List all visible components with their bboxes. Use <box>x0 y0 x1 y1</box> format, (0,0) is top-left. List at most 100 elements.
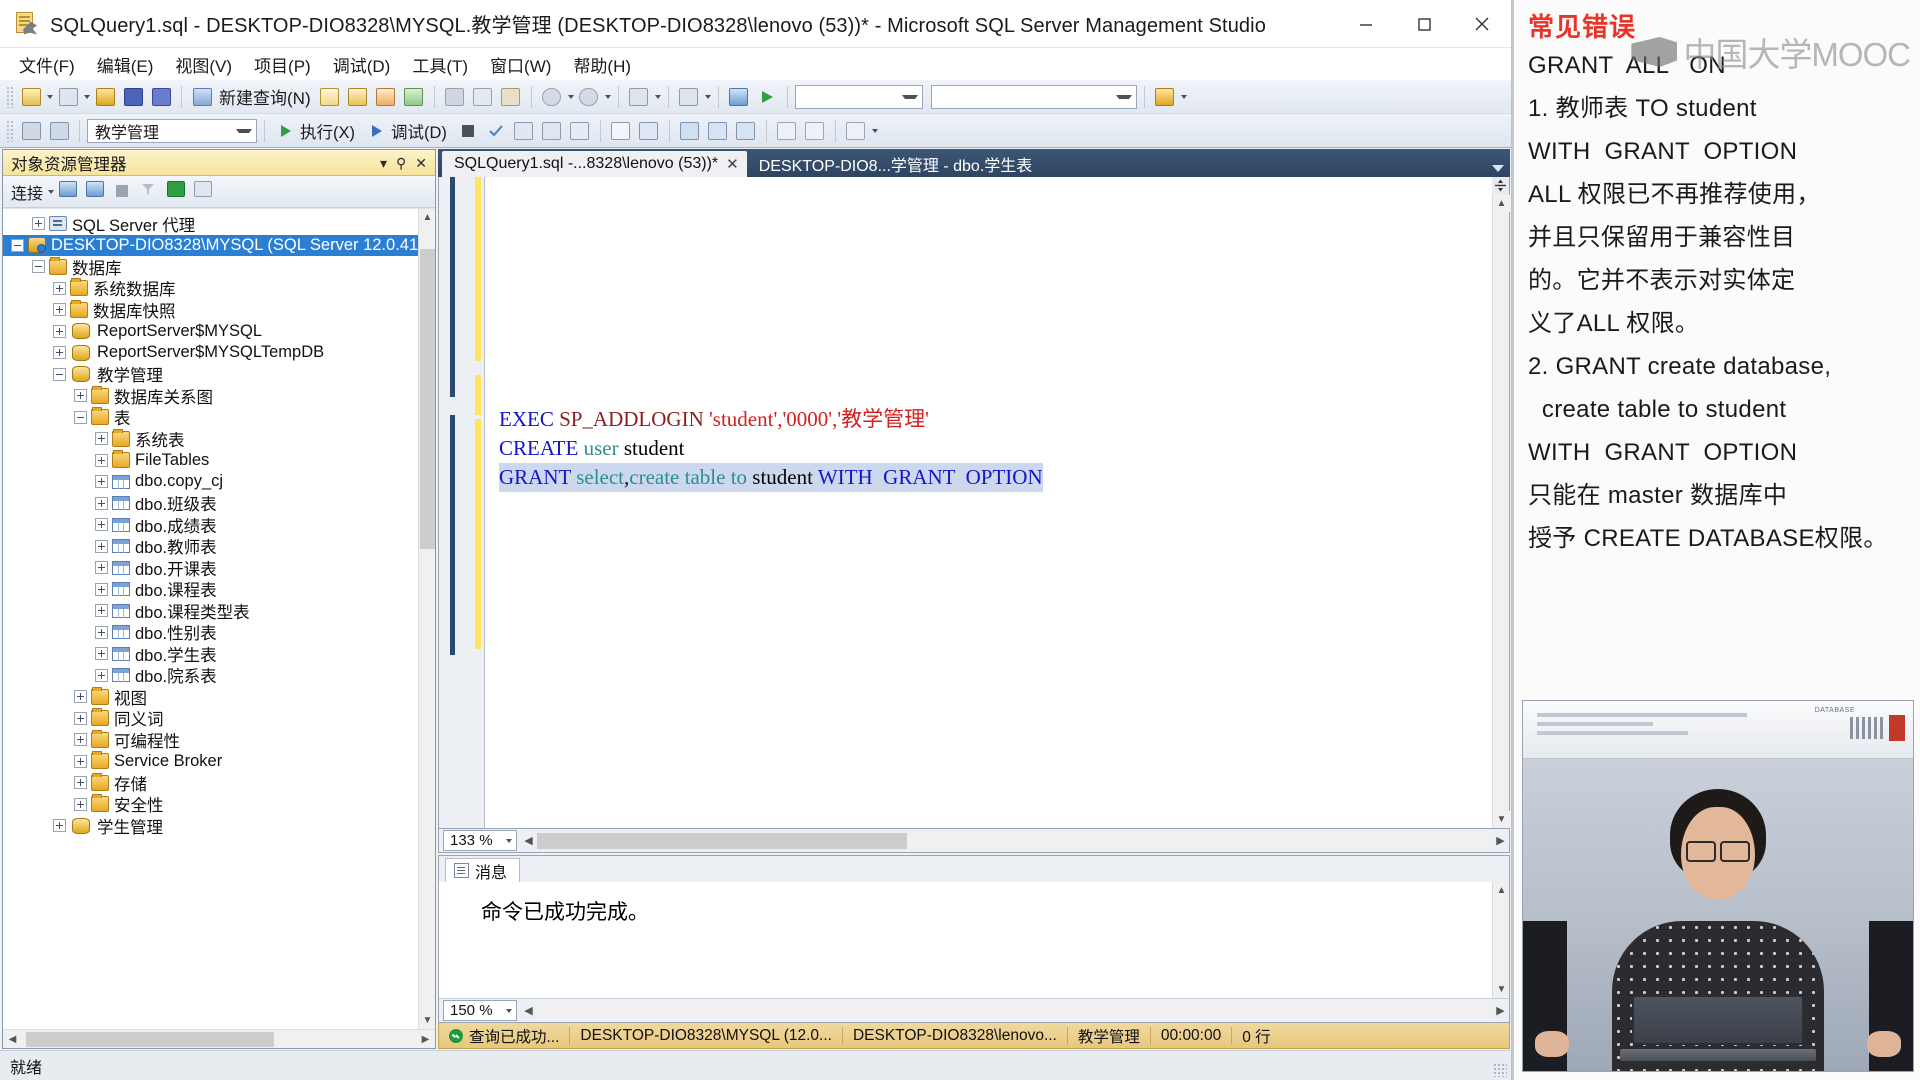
filter-icon[interactable] <box>140 181 162 203</box>
disconnect-object-explorer-icon[interactable] <box>86 180 108 203</box>
editor-hscroll-thumb[interactable] <box>537 832 907 849</box>
expand-icon[interactable] <box>95 668 108 682</box>
tree-node[interactable]: SQL Server 代理 <box>3 213 435 235</box>
results-zoom-selector[interactable]: 150 % <box>443 1000 517 1021</box>
code-line[interactable]: CREATE user student <box>499 434 1492 463</box>
tree-node[interactable]: 可编程性 <box>3 729 435 751</box>
expand-icon[interactable] <box>74 690 87 704</box>
tab-messages[interactable]: 消息 <box>445 858 521 882</box>
tree-node[interactable]: 教学管理 <box>3 364 435 385</box>
uncomment-icon[interactable] <box>733 118 759 144</box>
expand-icon[interactable] <box>74 776 87 790</box>
resize-grip-icon[interactable] <box>1493 1063 1507 1077</box>
stop-icon-oe[interactable] <box>113 181 135 203</box>
results-to-text-icon[interactable] <box>608 118 634 144</box>
expand-icon[interactable] <box>74 733 87 747</box>
menu-project[interactable]: 项目(P) <box>245 48 320 81</box>
open-file-icon[interactable] <box>92 84 118 110</box>
tree-node[interactable]: 数据库 <box>3 256 435 278</box>
panel-close-icon[interactable]: ✕ <box>415 156 427 170</box>
expand-icon[interactable] <box>95 539 108 553</box>
results-body[interactable]: 命令已成功完成。 ▲ ▼ <box>439 882 1509 998</box>
undo-dropdown-icon[interactable] <box>567 94 574 99</box>
expand-icon[interactable] <box>95 475 108 489</box>
toolbar-overflow-icon[interactable] <box>1180 94 1187 99</box>
tree-node[interactable]: 存储 <box>3 772 435 794</box>
paste-icon[interactable] <box>498 84 524 110</box>
editor-scroll-up-icon[interactable]: ▲ <box>1493 195 1510 212</box>
parse-check-icon[interactable] <box>483 118 509 144</box>
expand-icon[interactable] <box>53 281 66 295</box>
expand-icon[interactable] <box>74 754 87 768</box>
tree-node[interactable]: DESKTOP-DIO8328\MYSQL (SQL Server 12.0.4… <box>3 234 435 256</box>
expand-icon[interactable] <box>95 561 108 575</box>
tree-node[interactable]: dbo.copy_cj <box>3 471 435 493</box>
stop-icon[interactable] <box>455 118 481 144</box>
tree-node[interactable]: dbo.性别表 <box>3 622 435 643</box>
database-selector[interactable]: 教学管理 <box>87 118 257 143</box>
expand-icon[interactable] <box>95 604 108 618</box>
tree-node[interactable]: dbo.课程类型表 <box>3 600 435 622</box>
new-query-label[interactable]: 新建查询(N) <box>219 84 311 109</box>
tree-node[interactable]: dbo.成绩表 <box>3 514 435 536</box>
tree-node[interactable]: dbo.学生表 <box>3 643 435 665</box>
code-line[interactable]: EXEC SP_ADDLOGIN 'student','0000','教学管理' <box>499 405 1492 434</box>
menu-view[interactable]: 视图(V) <box>166 48 241 81</box>
menu-debug[interactable]: 调试(D) <box>324 48 400 81</box>
tree-hscroll-track[interactable] <box>22 1030 416 1049</box>
expand-icon[interactable] <box>95 453 108 467</box>
new-db-query-icon[interactable] <box>317 84 343 110</box>
expand-icon[interactable] <box>95 496 108 510</box>
database-selector-caret-icon[interactable] <box>236 128 252 133</box>
editor-zoom-selector[interactable]: 133 % <box>443 830 517 851</box>
toolbar-combo-1[interactable] <box>794 84 923 109</box>
collapse-icon[interactable] <box>11 238 24 252</box>
collapse-icon[interactable] <box>53 367 66 381</box>
save-icon[interactable] <box>120 84 146 110</box>
results-scroll-up-icon[interactable]: ▲ <box>1493 882 1509 899</box>
execute-label[interactable]: 执行(X) <box>300 119 355 143</box>
tree-horizontal-scrollbar[interactable]: ◀ ▶ <box>3 1029 435 1048</box>
tree-node[interactable]: ReportServer$MYSQL <box>3 321 435 343</box>
tree-node[interactable]: 系统数据库 <box>3 278 435 299</box>
menu-help[interactable]: 帮助(H) <box>564 48 640 81</box>
new-project-icon[interactable] <box>55 84 81 110</box>
panel-dropdown-icon[interactable]: ▾ <box>380 156 387 170</box>
sql-toolbar-overflow-icon[interactable] <box>871 128 878 133</box>
expand-icon[interactable] <box>53 324 66 338</box>
new-file-icon[interactable] <box>18 84 44 110</box>
tree-node[interactable]: dbo.开课表 <box>3 557 435 579</box>
refresh-icon[interactable] <box>167 180 189 203</box>
include-actual-plan-icon[interactable] <box>567 118 593 144</box>
tree-node[interactable]: 学生管理 <box>3 815 435 837</box>
tree-node[interactable]: 安全性 <box>3 794 435 815</box>
toolbar-combo-2[interactable] <box>930 84 1137 109</box>
properties-dropdown-icon[interactable] <box>704 94 711 99</box>
expand-icon[interactable] <box>53 346 66 360</box>
remove-filter-icon[interactable] <box>194 180 216 203</box>
display-estimated-plan-icon[interactable] <box>511 118 537 144</box>
connect-button[interactable]: 连接 <box>11 180 55 204</box>
tree-node[interactable]: dbo.教师表 <box>3 536 435 557</box>
results-hscroll-right-icon[interactable]: ▶ <box>1492 1004 1509 1017</box>
combo2-caret-icon[interactable] <box>1115 94 1132 99</box>
editor-hscroll-track[interactable] <box>537 832 1492 849</box>
tree-node[interactable]: Service Broker <box>3 751 435 773</box>
editor-split-icon[interactable] <box>1492 177 1509 194</box>
new-project-dropdown-icon[interactable] <box>84 94 90 99</box>
expand-icon[interactable] <box>95 432 108 446</box>
connect-query-icon[interactable] <box>18 118 44 144</box>
open-folder-icon[interactable] <box>1152 84 1178 110</box>
disconnect-query-icon[interactable] <box>46 118 72 144</box>
tab-student-table[interactable]: DESKTOP-DIO8...学管理 - dbo.学生表 <box>747 151 1041 177</box>
debug-label[interactable]: 调试(D) <box>391 119 447 143</box>
new-mdx-query-icon[interactable] <box>345 84 371 110</box>
expand-icon[interactable] <box>53 303 66 317</box>
object-explorer-tree[interactable]: SQL Server 代理 DESKTOP-DIO8328\MYSQL (SQL … <box>3 208 435 1029</box>
editor-scroll-down-icon[interactable]: ▼ <box>1493 811 1510 828</box>
new-query-icon[interactable] <box>189 84 215 110</box>
tree-scroll-up-icon[interactable]: ▲ <box>419 209 435 226</box>
indent-helper-icon[interactable] <box>843 118 869 144</box>
combo1-caret-icon[interactable] <box>901 94 918 99</box>
tree-node[interactable]: dbo.课程表 <box>3 579 435 600</box>
